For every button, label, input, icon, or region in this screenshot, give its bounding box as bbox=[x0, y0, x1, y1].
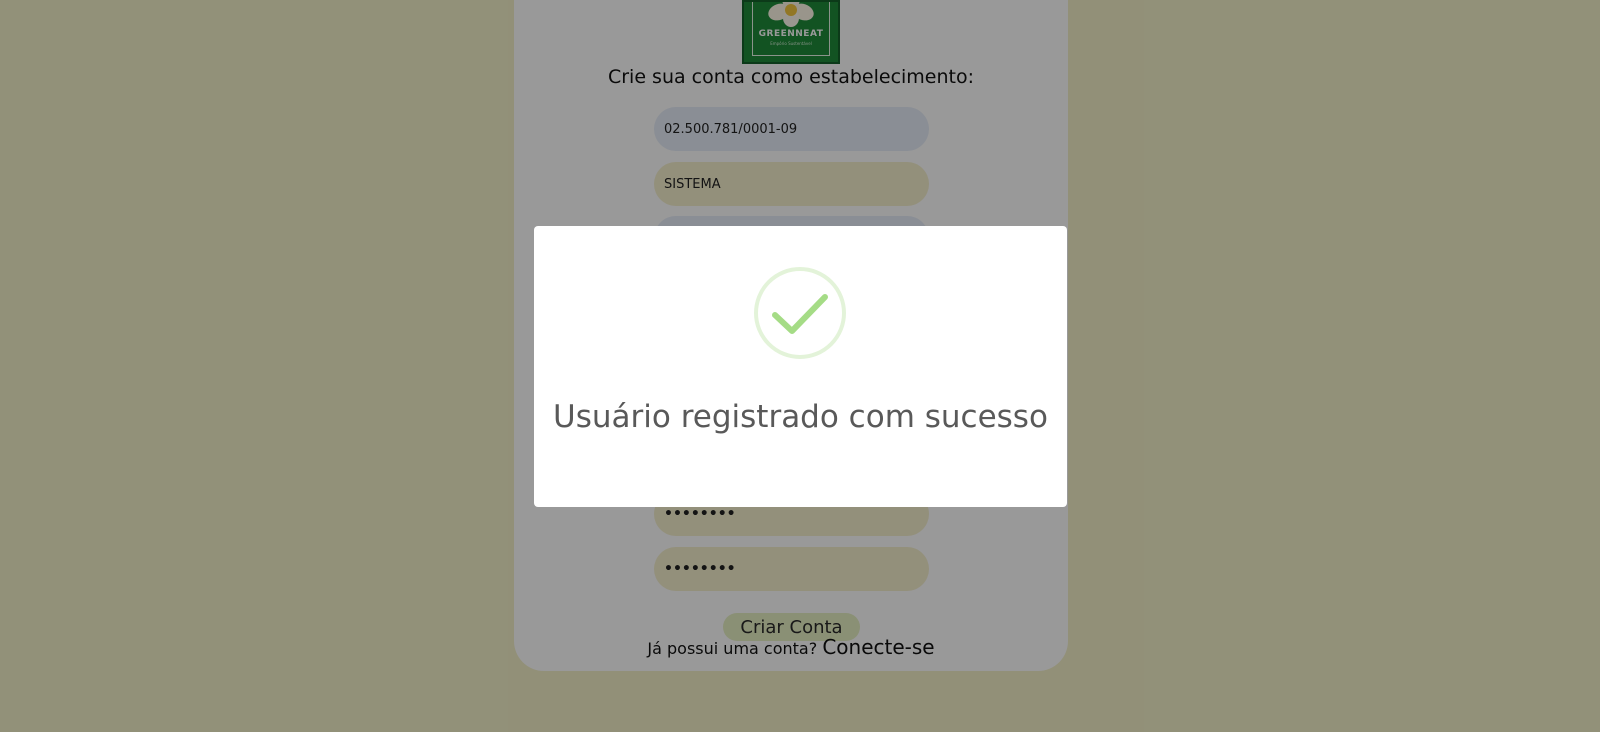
success-modal: Usuário registrado com sucesso bbox=[534, 226, 1067, 507]
modal-title: Usuário registrado com sucesso bbox=[553, 399, 1048, 435]
success-check-icon bbox=[754, 267, 846, 359]
